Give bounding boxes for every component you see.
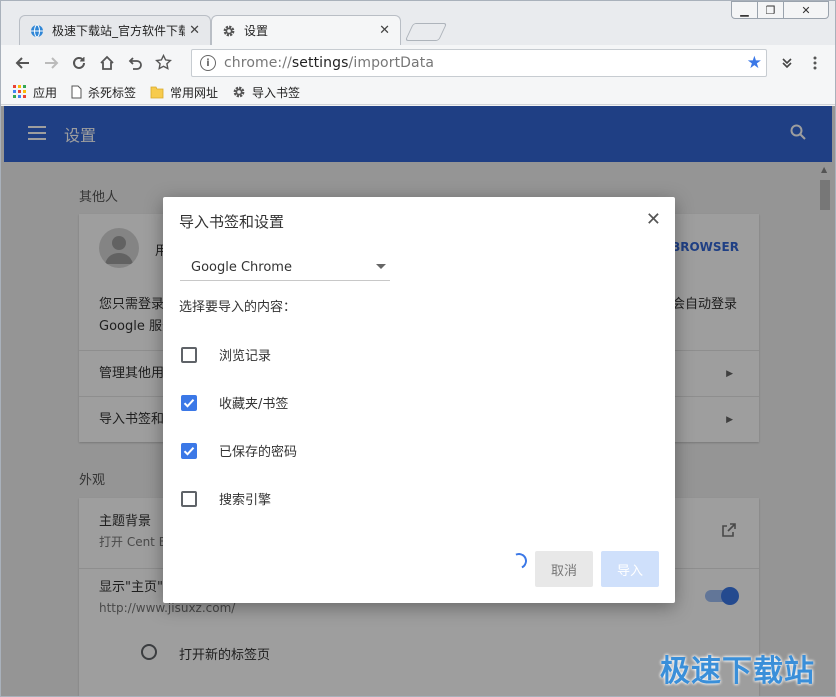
option-label: 浏览记录: [219, 349, 272, 364]
browser-window: 极速下载站_官方软件下载 ✕ 设置 ✕ ▁ ❐ ✕ i chrome://set…: [0, 0, 836, 697]
bookmark-label: 常用网址: [170, 85, 219, 100]
tab-title: 设置: [244, 24, 269, 38]
close-icon[interactable]: ✕: [646, 209, 661, 230]
bookmark-label: 应用: [33, 85, 58, 100]
option-label: 已保存的密码: [219, 445, 298, 460]
option-label: 收藏夹/书签: [219, 397, 289, 412]
option-passwords[interactable]: 已保存的密码: [181, 441, 297, 460]
forward-arrow-icon[interactable]: [37, 49, 65, 77]
apps-grid-icon: [13, 85, 27, 99]
page-icon: [71, 85, 82, 99]
tab-title: 极速下载站_官方软件下载: [52, 24, 186, 38]
window-controls: ▁ ❐ ✕: [731, 1, 829, 19]
dialog-prompt: 选择要导入的内容：: [179, 300, 297, 315]
site-globe-icon: [30, 24, 44, 38]
kebab-menu-icon[interactable]: [801, 49, 829, 77]
cancel-button[interactable]: 取消: [535, 551, 593, 587]
option-history[interactable]: 浏览记录: [181, 345, 271, 364]
close-window-icon[interactable]: ✕: [783, 1, 829, 19]
dialog-title: 导入书签和设置: [179, 213, 285, 231]
bookmark-apps[interactable]: 应用: [13, 84, 57, 101]
bookmarks-checkbox[interactable]: [181, 394, 197, 411]
gear-icon: [222, 24, 236, 38]
home-icon[interactable]: [93, 49, 121, 77]
import-button[interactable]: 导入: [601, 551, 659, 587]
browser-toolbar: i chrome://settings/importData ★: [1, 45, 835, 80]
close-tab-icon[interactable]: ✕: [189, 23, 200, 38]
new-tab-button[interactable]: [404, 23, 448, 41]
tab-jisuxz[interactable]: 极速下载站_官方软件下载 ✕: [19, 15, 211, 45]
folder-icon: [150, 85, 164, 99]
bookmark-folder-common[interactable]: 常用网址: [150, 84, 218, 101]
close-tab-icon[interactable]: ✕: [379, 23, 390, 38]
bookmark-kill-tabs[interactable]: 杀死标签: [71, 84, 136, 101]
back-arrow-icon[interactable]: [9, 49, 37, 77]
loading-spinner: [508, 550, 530, 572]
minimize-icon[interactable]: ▁: [731, 1, 758, 19]
chevron-double-down-icon[interactable]: [773, 49, 801, 77]
info-icon[interactable]: i: [200, 55, 216, 71]
history-checkbox[interactable]: [181, 346, 197, 363]
option-bookmarks[interactable]: 收藏夹/书签: [181, 393, 288, 412]
watermark-logo: 极速下载站: [660, 654, 815, 689]
address-bar[interactable]: i chrome://settings/importData ★: [191, 49, 767, 77]
tab-strip: 极速下载站_官方软件下载 ✕ 设置 ✕ ▁ ❐ ✕: [1, 1, 835, 45]
reload-icon[interactable]: [65, 49, 93, 77]
bookmark-filled-star-icon[interactable]: ★: [747, 53, 762, 73]
dropdown-caret-icon: [376, 264, 386, 269]
import-dialog: 导入书签和设置 ✕ Google Chrome 选择要导入的内容： 浏览记录 收…: [163, 197, 675, 603]
bookmark-label: 杀死标签: [88, 85, 137, 100]
option-search-engines[interactable]: 搜索引擎: [181, 489, 271, 508]
bookmark-import[interactable]: 导入书签: [232, 84, 300, 101]
url-text: chrome://settings/importData: [224, 55, 435, 71]
passwords-checkbox[interactable]: [181, 442, 197, 459]
bookmark-star-icon[interactable]: [149, 49, 177, 77]
undo-icon[interactable]: [121, 49, 149, 77]
tab-settings[interactable]: 设置 ✕: [211, 15, 401, 45]
option-label: 搜索引擎: [219, 493, 272, 508]
gear-icon: [232, 85, 246, 99]
bookmark-label: 导入书签: [252, 85, 301, 100]
browser-select[interactable]: Google Chrome: [180, 255, 390, 281]
bookmarks-bar: 应用 杀死标签 常用网址 导入书签: [1, 80, 835, 105]
restore-icon[interactable]: ❐: [757, 1, 784, 19]
search-engines-checkbox[interactable]: [181, 490, 197, 507]
